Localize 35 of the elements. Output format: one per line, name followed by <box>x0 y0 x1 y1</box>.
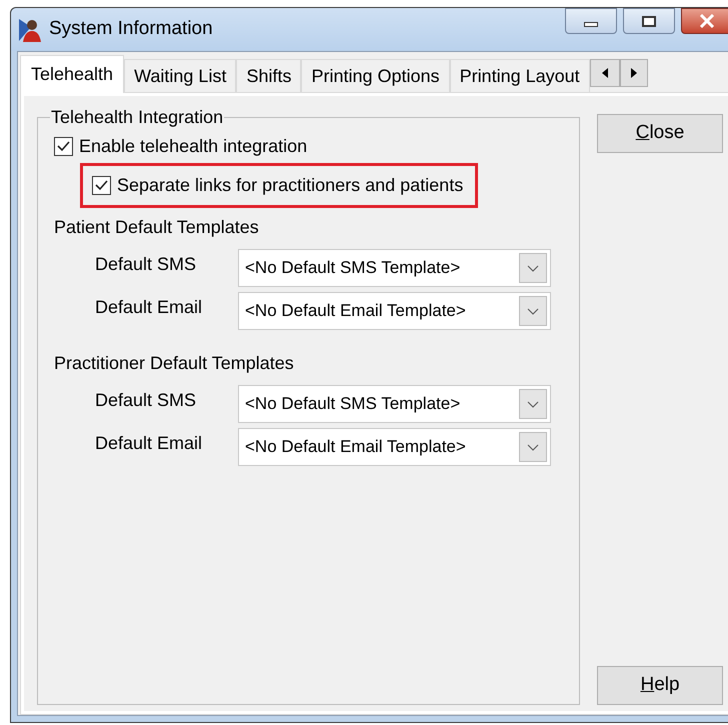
maximize-button[interactable] <box>623 8 675 34</box>
tab[interactable]: Telehealth <box>20 55 124 93</box>
checkbox-label: Enable telehealth integration <box>79 134 308 158</box>
tab[interactable]: Printing Options <box>301 59 450 93</box>
group-title: Telehealth Integration <box>50 106 224 129</box>
tab-scroll-left-button[interactable] <box>590 59 620 87</box>
checkmark-icon <box>95 180 108 191</box>
checkbox[interactable] <box>92 176 111 195</box>
template-dropdown[interactable]: <No Default Email Template> <box>238 292 551 330</box>
field-label: Default SMS <box>94 388 198 412</box>
left-arrow-icon <box>602 68 608 78</box>
right-arrow-icon <box>630 68 637 78</box>
person-icon <box>17 16 43 42</box>
section-title: Patient Default Templates <box>54 216 260 239</box>
section-title: Practitioner Default Templates <box>54 352 295 375</box>
checkbox-row[interactable]: Enable telehealth integration <box>54 131 308 161</box>
checkbox-label: Separate links for practitioners and patients <box>117 174 464 197</box>
tab[interactable]: Printing Layout <box>450 59 590 93</box>
field-label: Default Email <box>94 296 204 318</box>
minimize-button[interactable] <box>565 8 617 34</box>
close-button[interactable]: Close <box>597 114 723 153</box>
checkmark-icon <box>57 140 70 152</box>
close-button[interactable] <box>681 8 728 34</box>
checkbox[interactable] <box>54 136 73 156</box>
window-title: System Information <box>49 17 213 42</box>
tab-scroll-right-button[interactable] <box>620 59 648 87</box>
close-icon <box>699 14 715 28</box>
tab[interactable]: Waiting List <box>124 59 236 93</box>
field-label: Default SMS <box>94 252 198 276</box>
help-button[interactable]: Help <box>597 666 723 705</box>
template-dropdown[interactable]: <No Default SMS Template> <box>238 249 551 287</box>
tab[interactable]: Shifts <box>236 59 302 93</box>
template-dropdown[interactable]: <No Default Email Template> <box>238 428 551 466</box>
template-dropdown[interactable]: <No Default SMS Template> <box>238 385 551 423</box>
field-label: Default Email <box>94 432 204 454</box>
